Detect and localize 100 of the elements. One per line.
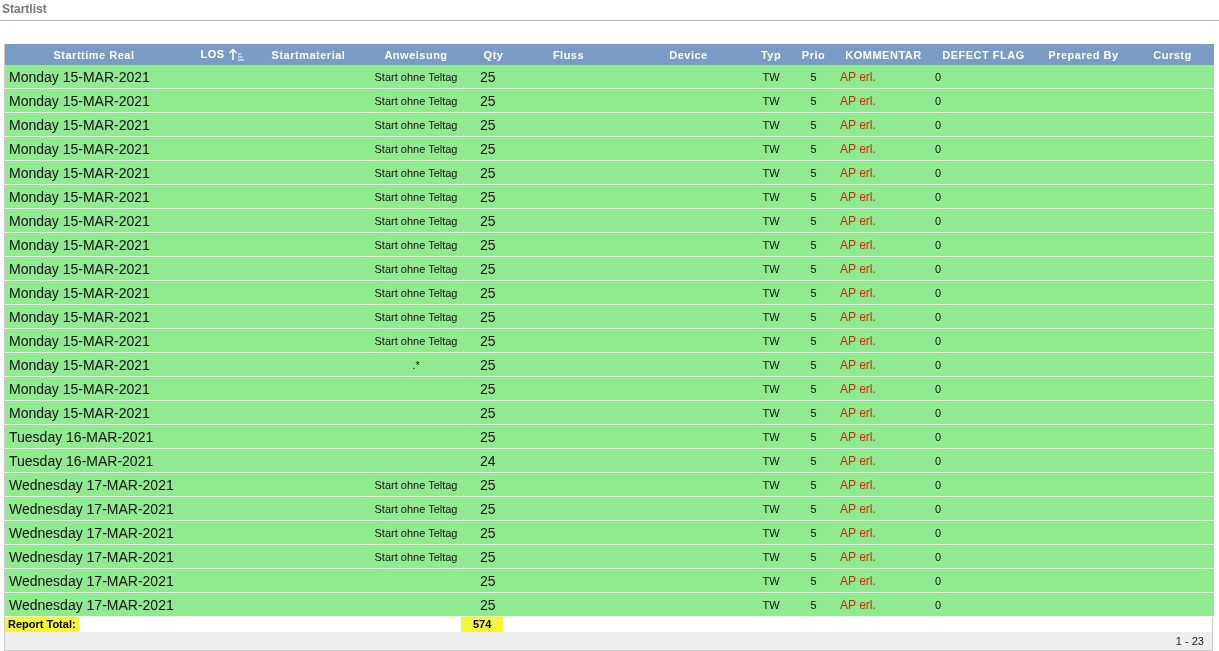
table-cell-text: AP erl. <box>840 237 876 252</box>
table-cell-text: Start ohne Teltag <box>374 550 458 563</box>
table-cell-text: 5 <box>810 238 817 251</box>
table-cell-text: TW <box>762 166 780 179</box>
table-cell-text: Monday 15-MAR-2021 <box>9 404 150 421</box>
table-cell-text: Start ohne Teltag <box>374 238 458 251</box>
table-cell-text: 0 <box>935 70 942 83</box>
page-title: Startlist <box>1 2 47 16</box>
column-header[interactable]: DEFECT FLAG <box>931 44 1036 65</box>
table-cell-text: Monday 15-MAR-2021 <box>9 140 150 157</box>
table-cell-text: 5 <box>810 286 817 299</box>
table-cell-text: 0 <box>935 598 942 611</box>
column-header[interactable]: Device <box>626 44 751 65</box>
table-cell-text: Start ohne Teltag <box>374 142 458 155</box>
table-cell-text: Start ohne Teltag <box>374 214 458 227</box>
table-cell-text: 25 <box>480 164 496 181</box>
sort-ascending-icon <box>227 48 244 62</box>
table-cell-text: 5 <box>810 454 817 467</box>
table-cell-text: 5 <box>810 550 817 563</box>
table-cell-text: AP erl. <box>840 357 876 372</box>
table-cell-text: TW <box>762 70 780 83</box>
table-cell-text: 0 <box>935 94 942 107</box>
table-cell-text: Wednesday 17-MAR-2021 <box>9 596 174 613</box>
table-cell-text: 0 <box>935 190 942 203</box>
report-total-label: Report Total: <box>5 617 79 632</box>
table-cell-text: TW <box>762 190 780 203</box>
table-cell-text: TW <box>762 550 780 563</box>
table-cell-text: 5 <box>810 70 817 83</box>
table-cell-text: Monday 15-MAR-2021 <box>9 236 150 253</box>
table-cell-text: 25 <box>480 188 496 205</box>
table-cell-text: Monday 15-MAR-2021 <box>9 164 150 181</box>
table-cell-text: TW <box>762 598 780 611</box>
column-header[interactable]: Typ <box>751 44 791 65</box>
table-cell-text: Monday 15-MAR-2021 <box>9 188 150 205</box>
table-cell-text: Monday 15-MAR-2021 <box>9 212 150 229</box>
table-cell-text: Start ohne Teltag <box>374 118 458 131</box>
column-header[interactable]: Prio <box>791 44 836 65</box>
table-cell-text: AP erl. <box>840 93 876 108</box>
table-cell-text: AP erl. <box>840 381 876 396</box>
table-cell-text: 25 <box>480 92 496 109</box>
column-header[interactable]: Startmaterial <box>261 44 356 65</box>
table-cell-text: 25 <box>480 116 496 133</box>
table-cell-text: AP erl. <box>840 333 876 348</box>
table-cell-text: TW <box>762 478 780 491</box>
table-cell-text: 5 <box>810 478 817 491</box>
table-cell-text: 5 <box>810 310 817 323</box>
table-cell-text: 0 <box>935 478 942 491</box>
table-cell-text: 5 <box>810 502 817 515</box>
table-cell-text: AP erl. <box>840 213 876 228</box>
table-cell-text: 25 <box>480 548 496 565</box>
column-header[interactable]: Prepared By <box>1036 44 1131 65</box>
table-cell-text: 25 <box>480 572 496 589</box>
table-cell-text: AP erl. <box>840 117 876 132</box>
table-cell-text: TW <box>762 502 780 515</box>
table-cell-text: 0 <box>935 526 942 539</box>
table-cell-text: Start ohne Teltag <box>374 478 458 491</box>
table-cell-text: 25 <box>480 284 496 301</box>
table-cell-text: 5 <box>810 94 817 107</box>
table-cell-text: 5 <box>810 406 817 419</box>
table-cell-text: 5 <box>810 214 817 227</box>
table-cell-text: Monday 15-MAR-2021 <box>9 332 150 349</box>
table-cell-text: AP erl. <box>840 453 876 468</box>
table-cell-text: 25 <box>480 236 496 253</box>
column-header[interactable]: Anweisung <box>356 44 476 65</box>
table-cell-text: 0 <box>935 118 942 131</box>
column-header[interactable]: Starttime Real <box>5 44 183 65</box>
table-cell-text: 5 <box>810 358 817 371</box>
column-header[interactable]: Qty <box>476 44 511 65</box>
table-cell-text: 25 <box>480 404 496 421</box>
table-cell-text: 25 <box>480 260 496 277</box>
table-cell-text: AP erl. <box>840 573 876 588</box>
table-cell-text: 5 <box>810 526 817 539</box>
table-cell-text: 25 <box>480 524 496 541</box>
table-cell-text: 25 <box>480 476 496 493</box>
table-cell-text: 5 <box>810 574 817 587</box>
table-cell-text: AP erl. <box>840 477 876 492</box>
table-cell-text: TW <box>762 94 780 107</box>
table-cell-text: 5 <box>810 262 817 275</box>
table-cell-text: Start ohne Teltag <box>374 70 458 83</box>
table-cell-text: Wednesday 17-MAR-2021 <box>9 548 174 565</box>
table-cell-text: AP erl. <box>840 549 876 564</box>
table-cell-text: 25 <box>480 68 496 85</box>
column-header[interactable]: LOS <box>183 44 261 65</box>
table-cell-text: TW <box>762 430 780 443</box>
table-cell-text: AP erl. <box>840 309 876 324</box>
table-cell-text: 5 <box>810 118 817 131</box>
table-cell-text: Monday 15-MAR-2021 <box>9 380 150 397</box>
column-header[interactable]: Curstg <box>1131 44 1214 65</box>
table-cell-text: Start ohne Teltag <box>374 286 458 299</box>
table-cell-text: 25 <box>480 140 496 157</box>
column-header[interactable]: Fluss <box>511 44 626 65</box>
table-cell-text: AP erl. <box>840 405 876 420</box>
column-header[interactable]: KOMMENTAR <box>836 44 931 65</box>
table-cell-text: 25 <box>480 596 496 613</box>
table-cell-text: TW <box>762 334 780 347</box>
table-cell-text: AP erl. <box>840 597 876 612</box>
table-cell-text: Monday 15-MAR-2021 <box>9 68 150 85</box>
table-cell-text: 0 <box>935 286 942 299</box>
table-cell-text: TW <box>762 406 780 419</box>
table-cell-text: Tuesday 16-MAR-2021 <box>9 428 154 445</box>
